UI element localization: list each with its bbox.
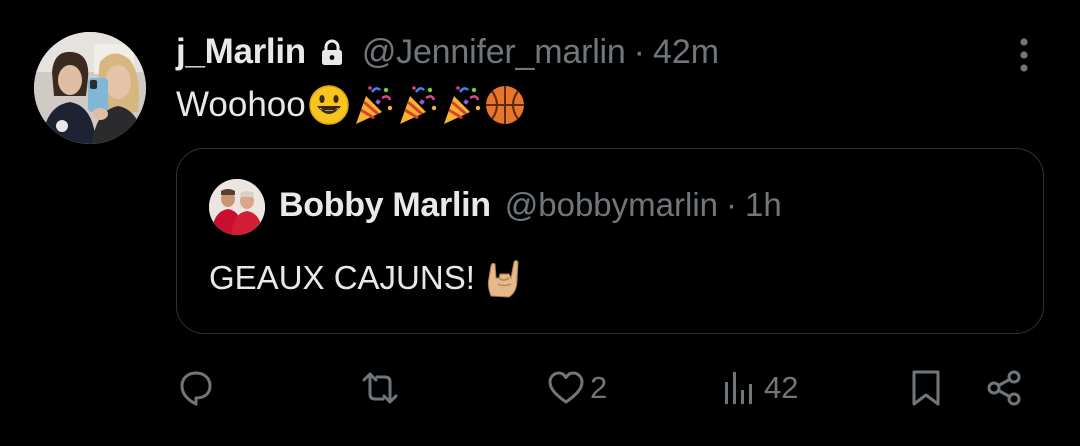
sign-of-the-horns-emoji [487, 260, 519, 298]
reply-button[interactable] [176, 360, 220, 416]
party-popper-emoji [399, 86, 436, 124]
quote-text-content: GEAUX CAJUNS! [209, 259, 475, 296]
quoted-tweet[interactable]: Bobby Marlin @bobbymarlin · 1h GEAUX CAJ… [176, 148, 1044, 334]
quote-text: GEAUX CAJUNS! [209, 254, 525, 302]
user-handle[interactable]: @Jennifer_marlin [362, 33, 626, 72]
separator-dot: · [633, 32, 645, 71]
tweet-text: Woohoo [176, 80, 528, 130]
heart-icon [548, 371, 584, 404]
smiling-face-emoji [308, 85, 349, 125]
action-bar: 2 42 [176, 360, 1044, 416]
bookmark-icon [912, 370, 940, 406]
bookmark-button[interactable] [908, 360, 944, 416]
retweet-button[interactable] [356, 360, 408, 416]
share-button[interactable] [984, 360, 1024, 416]
quote-header: Bobby Marlin @bobbymarlin · 1h [279, 183, 782, 227]
like-count: 2 [590, 370, 608, 405]
like-button[interactable]: 2 [546, 360, 607, 416]
retweet-icon [362, 372, 398, 404]
avatar[interactable] [34, 32, 146, 144]
emoji-row [308, 84, 528, 126]
party-popper-emoji [355, 86, 392, 124]
share-icon [987, 370, 1021, 406]
timestamp[interactable]: 42m [653, 33, 719, 72]
quote-display-name[interactable]: Bobby Marlin [279, 186, 491, 225]
tweet-text-content: Woohoo [176, 85, 306, 124]
lock-icon [320, 39, 344, 67]
display-name[interactable]: j_Marlin [176, 32, 306, 72]
quote-avatar-photo [209, 179, 265, 235]
quote-separator-dot: · [726, 186, 738, 223]
quote-avatar[interactable] [209, 179, 265, 235]
party-popper-emoji [443, 86, 480, 124]
quote-user-handle[interactable]: @bobbymarlin [505, 186, 718, 224]
avatar-photo [34, 32, 146, 144]
analytics-icon [725, 372, 752, 404]
tweet-header: j_Marlin @Jennifer_marlin · 42m [176, 30, 719, 74]
basketball-emoji [485, 86, 524, 124]
views-button[interactable]: 42 [720, 360, 798, 416]
views-count: 42 [764, 370, 799, 405]
quote-timestamp[interactable]: 1h [745, 186, 782, 224]
reply-icon [180, 371, 212, 406]
tweet[interactable]: j_Marlin @Jennifer_marlin · 42m Woohoo B… [0, 0, 1080, 446]
more-options-icon[interactable] [1010, 36, 1038, 74]
